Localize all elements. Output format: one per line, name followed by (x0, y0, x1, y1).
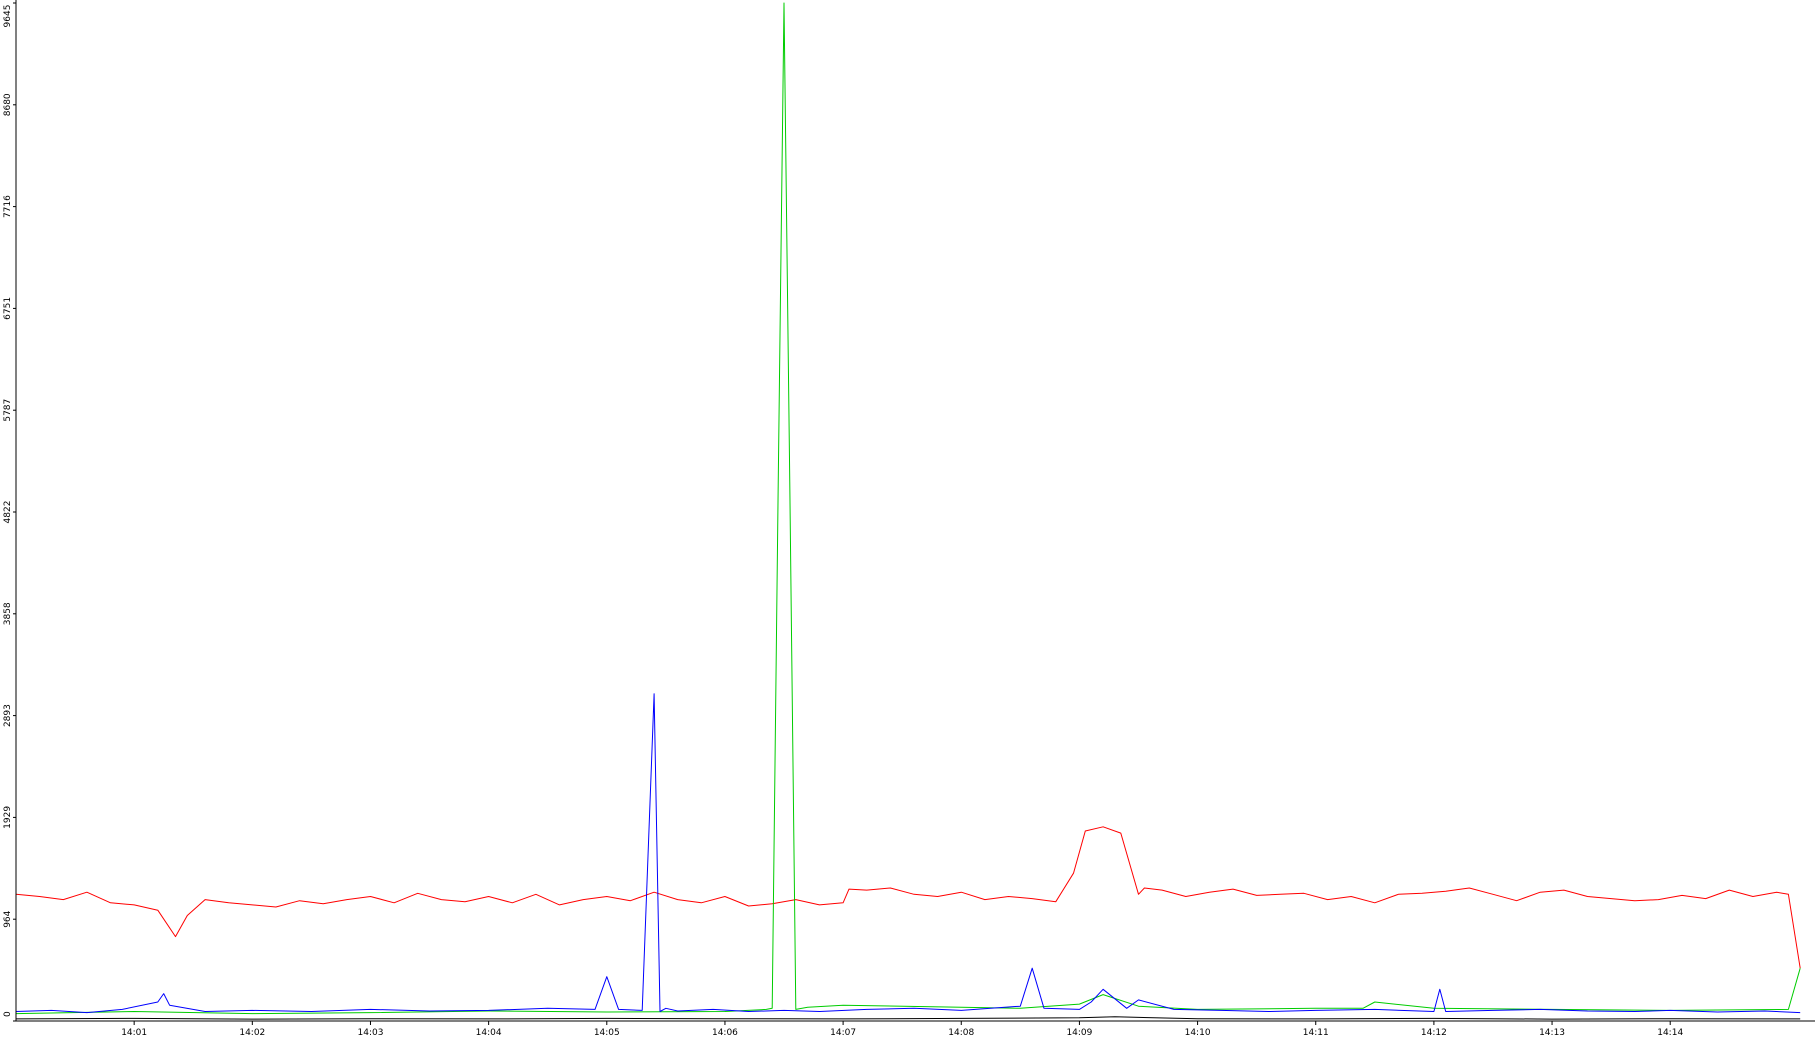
x-tick-label: 14:08 (948, 1028, 974, 1038)
line-chart: 0 964 1929 2893 3858 4822 5787 6751 7716 8680 9645… (0, 0, 1815, 1039)
y-tick-label: 0 (3, 1011, 13, 1017)
x-tick-label: 14:05 (594, 1028, 620, 1038)
y-tick-label: 4822 (3, 501, 13, 524)
y-tick-label: 9645 (3, 5, 13, 28)
x-tick-label: 14:13 (1539, 1028, 1565, 1038)
x-tick-label: 14:10 (1185, 1028, 1211, 1038)
x-tick-label: 14:01 (121, 1028, 147, 1038)
y-tick-label: 2893 (3, 704, 13, 727)
x-tick-label: 14:12 (1421, 1028, 1447, 1038)
y-tick-label: 7716 (3, 195, 13, 218)
x-tick-label: 14:14 (1657, 1028, 1683, 1038)
x-tick-label: 14:07 (830, 1028, 856, 1038)
chart-background (0, 0, 1815, 1039)
y-tick-label: 1929 (3, 806, 13, 829)
y-tick-label: 5787 (3, 399, 13, 422)
y-tick-label: 8680 (3, 93, 13, 116)
x-tick-label: 14:04 (476, 1028, 502, 1038)
x-tick-label: 14:11 (1303, 1028, 1329, 1038)
x-tick-label: 14:06 (712, 1028, 738, 1038)
x-tick-label: 14:02 (239, 1028, 265, 1038)
chart-area: 0 964 1929 2893 3858 4822 5787 6751 7716 8680 9645… (0, 0, 1815, 1039)
y-tick-label: 3858 (3, 602, 13, 625)
y-tick-label: 6751 (3, 297, 13, 320)
x-tick-label: 14:09 (1066, 1028, 1092, 1038)
y-tick-label: 964 (3, 910, 13, 927)
x-tick-label: 14:03 (358, 1028, 384, 1038)
